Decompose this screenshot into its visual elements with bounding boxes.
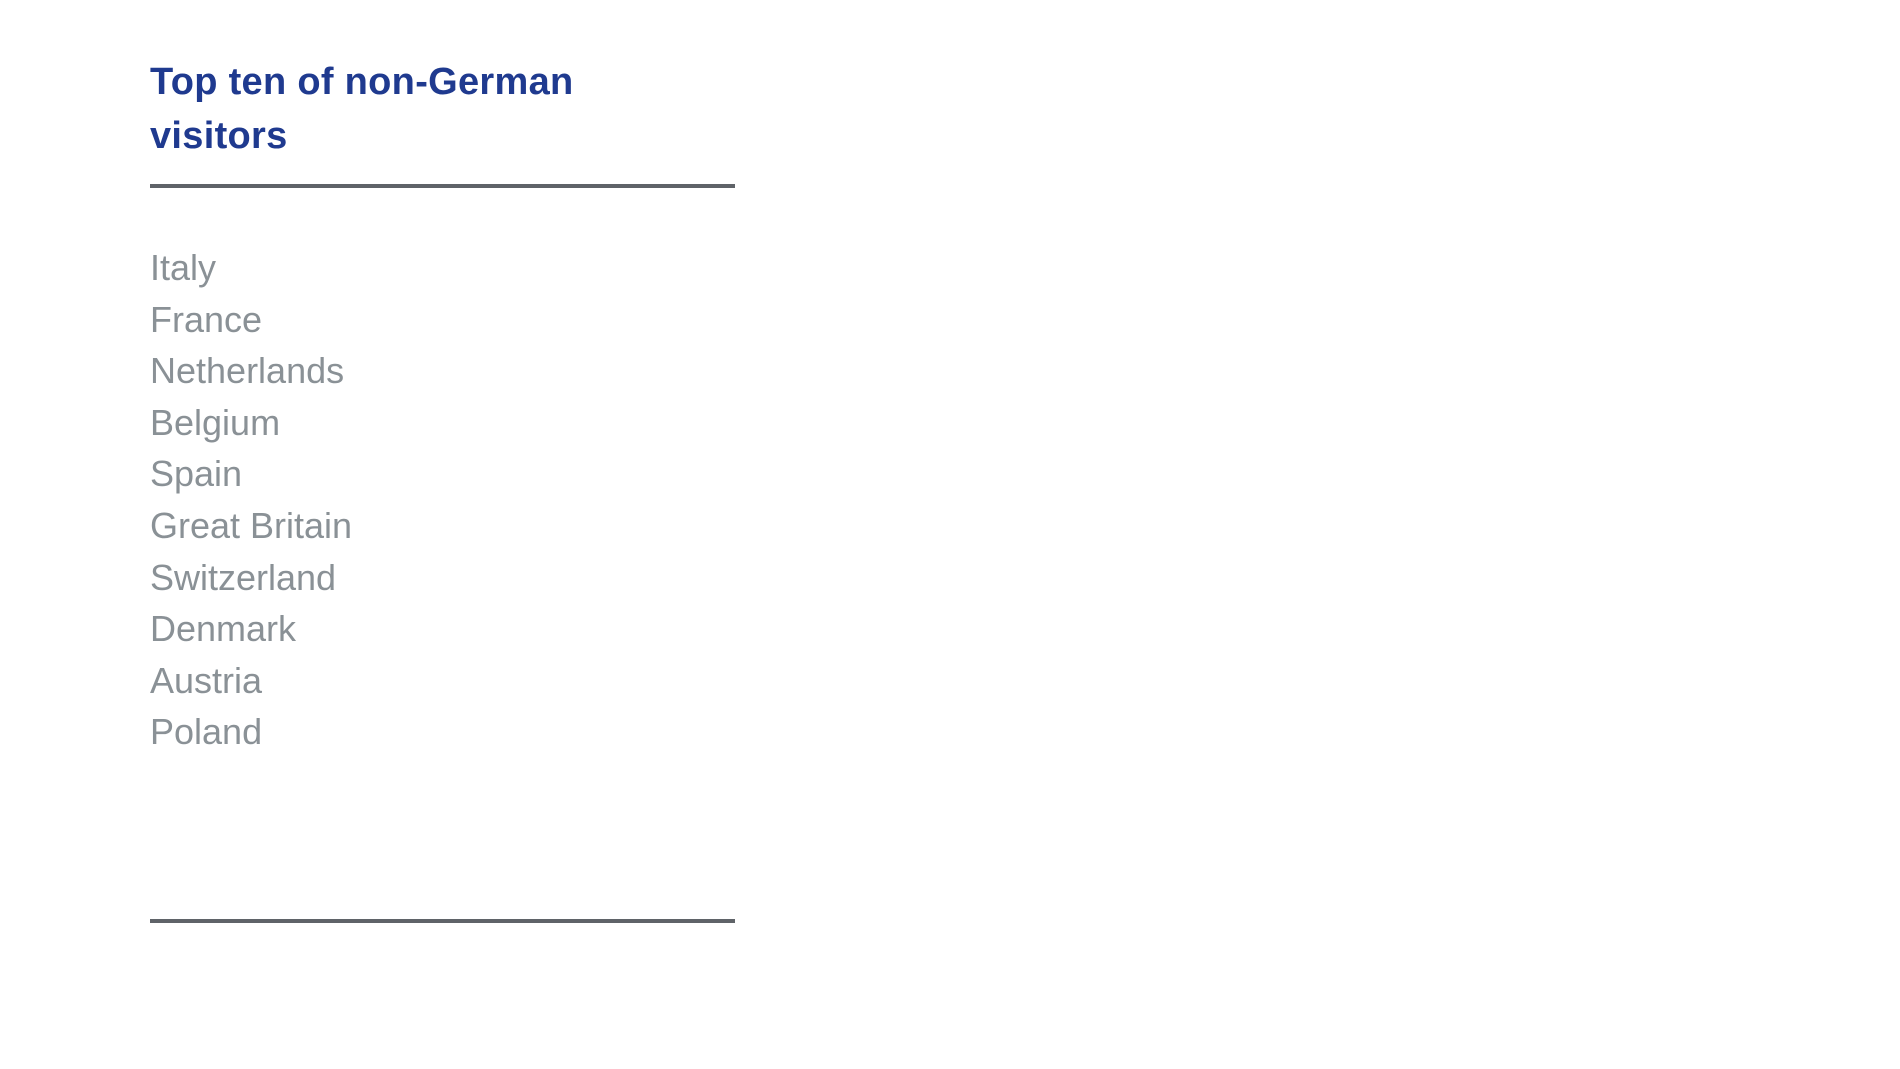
list-item: Netherlands [150, 350, 345, 392]
list-item: Belgium [150, 401, 281, 443]
list-item: France [150, 298, 263, 340]
list-item: Poland [150, 711, 263, 753]
list-item: Switzerland [150, 556, 337, 598]
title-line-2: visitors [150, 115, 288, 157]
list-item: Great Britain [150, 504, 353, 546]
bottom-divider [150, 919, 735, 923]
page-title: Top ten of non-German visitors [150, 55, 735, 163]
country-list: Italy France Netherlands Belgium Spain G… [150, 242, 352, 758]
list-item: Austria [150, 659, 263, 701]
list-item: Italy [150, 247, 217, 288]
list-item: Denmark [150, 608, 297, 650]
top-ten-panel: Top ten of non-German visitors [150, 55, 735, 163]
list-item: Spain [150, 453, 243, 495]
top-divider [150, 184, 735, 188]
title-line-1: Top ten of non-German [150, 61, 574, 103]
